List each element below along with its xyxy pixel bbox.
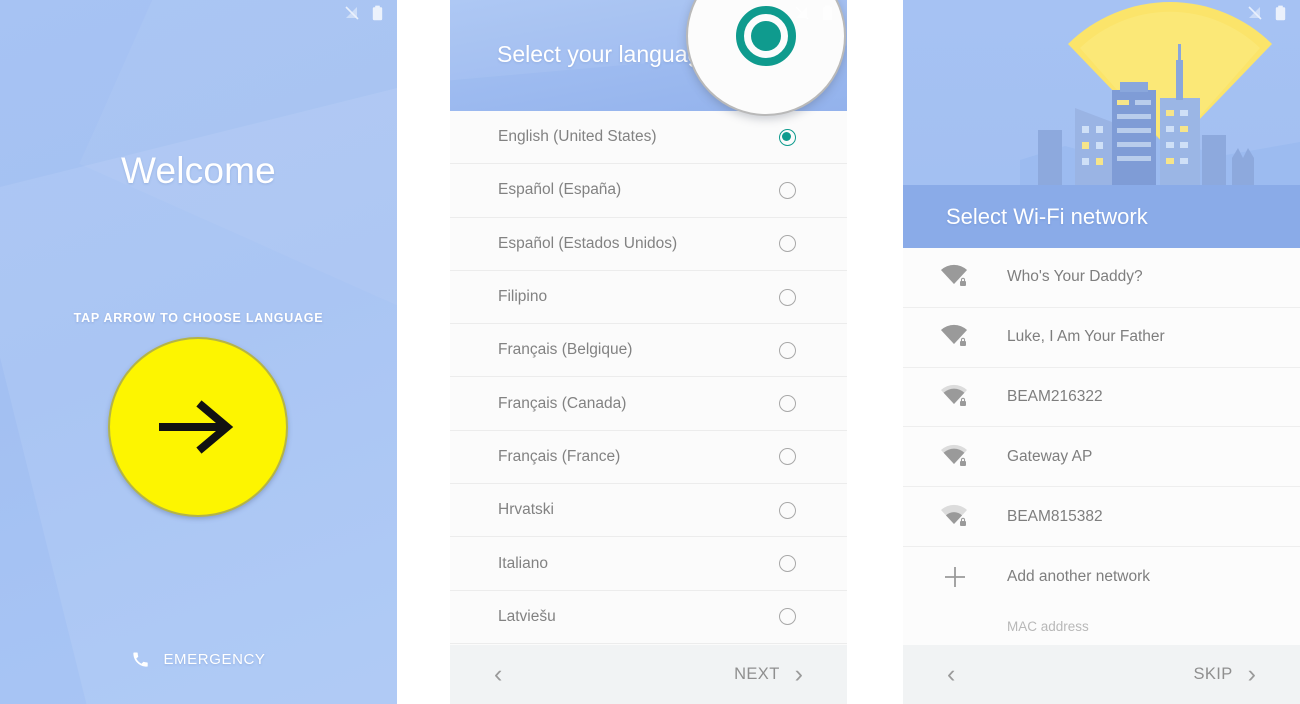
battery-icon (822, 5, 833, 21)
wifi-network-name: BEAM216322 (1007, 387, 1103, 405)
wifi-network-item[interactable]: Luke, I Am Your Father (903, 308, 1300, 368)
wifi-lock-icon (941, 504, 967, 526)
wifi-network-name: Who's Your Daddy? (1007, 268, 1143, 286)
battery-icon (1275, 5, 1286, 21)
wifi-signal-icon-cell (903, 444, 1007, 470)
language-list[interactable]: English (United States) Español (España) E… (450, 111, 847, 645)
arrow-right-icon (159, 400, 234, 454)
wifi-lock-icon (941, 444, 967, 466)
add-network-label: Add another network (1007, 567, 1151, 585)
status-bar (450, 0, 847, 26)
next-arrow-button[interactable] (108, 337, 288, 517)
language-label: Filipino (498, 288, 548, 306)
page-title: Welcome (121, 150, 276, 191)
plus-icon (945, 566, 965, 587)
radio-button-icon[interactable] (779, 448, 796, 466)
language-label: Italiano (498, 554, 548, 572)
phone-icon (133, 652, 149, 667)
bottom-navigation-bar: ‹ SKIP › (903, 645, 1300, 704)
language-label: Français (France) (498, 447, 621, 465)
signal-off-icon (795, 6, 809, 20)
language-list-item[interactable]: Français (Belgique) (450, 324, 847, 378)
next-button-label: NEXT (734, 665, 780, 683)
back-button[interactable]: ‹ (494, 662, 502, 687)
language-label: Hrvatski (498, 501, 554, 519)
wifi-network-item[interactable]: Who's Your Daddy? (903, 248, 1300, 308)
wifi-lock-icon (941, 325, 967, 347)
radio-button-icon[interactable] (779, 288, 796, 306)
mac-address-note: MAC address (1007, 618, 1089, 634)
language-list-item[interactable]: Español (Estados Unidos) (450, 218, 847, 271)
wifi-lock-icon (941, 265, 967, 287)
chevron-right-icon: › (1247, 660, 1256, 688)
wifi-network-item[interactable]: Gateway AP (903, 427, 1300, 488)
language-label: Español (Estados Unidos) (498, 234, 678, 252)
plus-icon-cell (903, 564, 1007, 590)
wifi-select-screen: Select Wi-Fi network Who's Your Daddy? Lu… (903, 0, 1300, 704)
battery-icon (372, 5, 383, 21)
wifi-hero-illustration (903, 0, 1300, 185)
radio-button-icon[interactable] (779, 181, 796, 199)
wifi-signal-icon-cell (903, 324, 1007, 350)
skip-button[interactable]: SKIP › (1193, 662, 1256, 687)
wifi-network-list[interactable]: Who's Your Daddy? Luke, I Am Your Father B… (903, 248, 1300, 645)
wifi-network-name: Gateway AP (1007, 447, 1093, 465)
language-list-item[interactable]: Filipino (450, 271, 847, 325)
wifi-signal-icon-cell (903, 504, 1007, 530)
emergency-button[interactable]: EMERGENCY (0, 650, 397, 669)
language-label: Latviešu (498, 607, 556, 625)
language-list-item[interactable]: Français (Canada) (450, 377, 847, 431)
screenshot-stage: Welcome TAP ARROW TO CHOOSE LANGUAGE EME… (0, 0, 1300, 704)
radio-button-icon[interactable] (779, 608, 796, 626)
tap-hint-label: TAP ARROW TO CHOOSE LANGUAGE (73, 311, 324, 325)
radio-button-icon[interactable] (779, 555, 796, 573)
signal-off-icon (345, 6, 359, 20)
bottom-navigation-bar: ‹ NEXT › (450, 645, 847, 704)
language-label: Español (España) (498, 181, 622, 199)
wifi-signal-icon-cell (903, 264, 1007, 290)
next-button[interactable]: NEXT › (734, 662, 803, 687)
chevron-right-icon: › (794, 660, 803, 688)
status-bar (0, 0, 397, 26)
language-select-screen: Select your language: English (United St… (450, 0, 847, 704)
welcome-screen: Welcome TAP ARROW TO CHOOSE LANGUAGE EME… (0, 0, 397, 704)
wifi-network-name: Luke, I Am Your Father (1007, 328, 1165, 346)
language-label: English (United States) (498, 128, 657, 146)
wifi-network-name: BEAM815382 (1007, 507, 1103, 525)
add-network-button[interactable]: Add another network (903, 547, 1300, 607)
radio-button-icon[interactable] (779, 501, 796, 519)
radio-button-icon[interactable] (779, 235, 796, 253)
language-label: Français (Belgique) (498, 341, 633, 359)
skip-button-label: SKIP (1193, 665, 1233, 683)
language-list-item[interactable]: Español (España) (450, 164, 847, 218)
radio-button-checked-icon[interactable] (779, 128, 796, 146)
wifi-lock-icon (941, 384, 967, 406)
back-button[interactable]: ‹ (947, 662, 955, 687)
status-bar (903, 0, 1300, 26)
wifi-network-item[interactable]: BEAM216322 (903, 368, 1300, 428)
language-list-item[interactable]: Hrvatski (450, 484, 847, 538)
language-list-item[interactable]: Français (France) (450, 431, 847, 485)
signal-off-icon (1248, 6, 1262, 20)
language-list-item[interactable]: English (United States) (450, 111, 847, 165)
wifi-city-illustration (1020, 2, 1300, 185)
language-label: Français (Canada) (498, 394, 627, 412)
wifi-signal-icon-cell (903, 384, 1007, 410)
language-list-item[interactable]: Latviešu (450, 591, 847, 644)
language-list-item[interactable]: Italiano (450, 537, 847, 591)
page-title: Select your language: (497, 41, 720, 67)
wifi-network-item[interactable]: BEAM815382 (903, 487, 1300, 547)
emergency-label: EMERGENCY (163, 651, 266, 668)
radio-button-icon[interactable] (779, 341, 796, 359)
radio-button-icon[interactable] (779, 395, 796, 413)
page-title: Select Wi-Fi network (946, 203, 1148, 229)
wifi-title-band: Select Wi-Fi network (903, 185, 1300, 248)
